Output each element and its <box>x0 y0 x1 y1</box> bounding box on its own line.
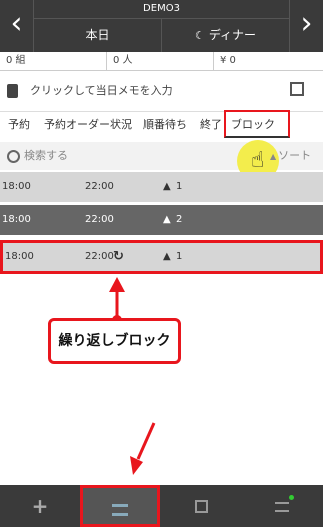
memo-icon <box>7 84 18 98</box>
block-row[interactable]: 18:00 22:00 ▲ 1 <box>0 172 323 202</box>
group-count: 0 組 <box>0 52 107 70</box>
add-icon[interactable]: + <box>0 485 80 527</box>
table-icon: ▲ <box>163 214 171 225</box>
sort-label: ソート <box>278 149 312 162</box>
chevron-left-icon[interactable]: ‹ <box>0 0 34 52</box>
row-start-time: 18:00 <box>2 214 31 225</box>
row-table-count: 2 <box>176 214 183 225</box>
sort-caret-icon: ▲ <box>270 152 277 161</box>
tab-reservations[interactable]: 予約 <box>8 112 30 138</box>
tab-finished[interactable]: 終了 <box>200 112 222 138</box>
search-icon <box>7 150 20 163</box>
date-selector[interactable]: 本日 <box>34 19 162 52</box>
chevron-right-icon[interactable]: › <box>289 0 323 52</box>
search-bar: 検索する ▲ ソート ☝ <box>0 140 323 182</box>
search-input[interactable]: 検索する <box>24 142 68 170</box>
tab-waiting[interactable]: 順番待ち <box>143 112 187 138</box>
tab-order-status[interactable]: 予約オーダー状況 <box>44 112 132 138</box>
total-amount: ¥ 0 <box>220 55 236 66</box>
list-view-button[interactable] <box>80 485 160 527</box>
daily-memo[interactable]: クリックして当日メモを入力 <box>0 71 323 112</box>
block-row-repeat[interactable]: 18:00 22:00 ↻ ▲ 1 <box>0 240 323 274</box>
hand-cursor-icon: ☝ <box>251 148 265 173</box>
sort-button[interactable]: ▲ ソート <box>270 142 311 171</box>
list-icon <box>112 503 128 516</box>
menu-button[interactable] <box>242 485 322 527</box>
meal-period-label: ディナー <box>208 28 257 42</box>
table-icon: ▲ <box>163 251 171 262</box>
row-end-time: 22:00 <box>85 214 114 225</box>
shop-name: DEMO3 <box>34 0 289 19</box>
summary-stats: 0 組 0 人 ¥ 0 <box>0 52 323 71</box>
tab-bar: 予約 予約オーダー状況 順番待ち 終了 ブロック <box>0 110 323 140</box>
row-start-time: 18:00 <box>2 181 31 192</box>
row-start-time: 18:00 <box>5 251 34 262</box>
bottom-nav: + <box>0 485 323 527</box>
row-end-time: 22:00 <box>85 181 114 192</box>
table-icon: ▲ <box>163 181 171 192</box>
row-table-count: 1 <box>176 181 183 192</box>
tab-block[interactable]: ブロック <box>224 110 290 138</box>
meal-period-selector[interactable]: ☾ ディナー <box>162 19 289 52</box>
row-table-count: 1 <box>176 251 183 262</box>
menu-icon <box>275 501 289 512</box>
row-end-time: 22:00 <box>85 251 114 262</box>
people-count: 0 人 <box>107 52 214 70</box>
bottom-arrow <box>130 422 156 475</box>
annotation-callout: 繰り返しブロック <box>48 318 181 364</box>
register-icon[interactable] <box>290 82 304 96</box>
memo-text: クリックして当日メモを入力 <box>30 84 173 97</box>
grid-icon <box>194 500 208 513</box>
moon-icon: ☾ <box>194 29 205 42</box>
repeat-icon: ↻ <box>113 249 124 264</box>
block-row[interactable]: 18:00 22:00 ▲ 2 <box>0 205 323 235</box>
floor-view-button[interactable] <box>161 485 241 527</box>
top-header: ‹ DEMO3 本日 ☾ ディナー › <box>0 0 323 52</box>
notification-dot <box>289 495 294 500</box>
